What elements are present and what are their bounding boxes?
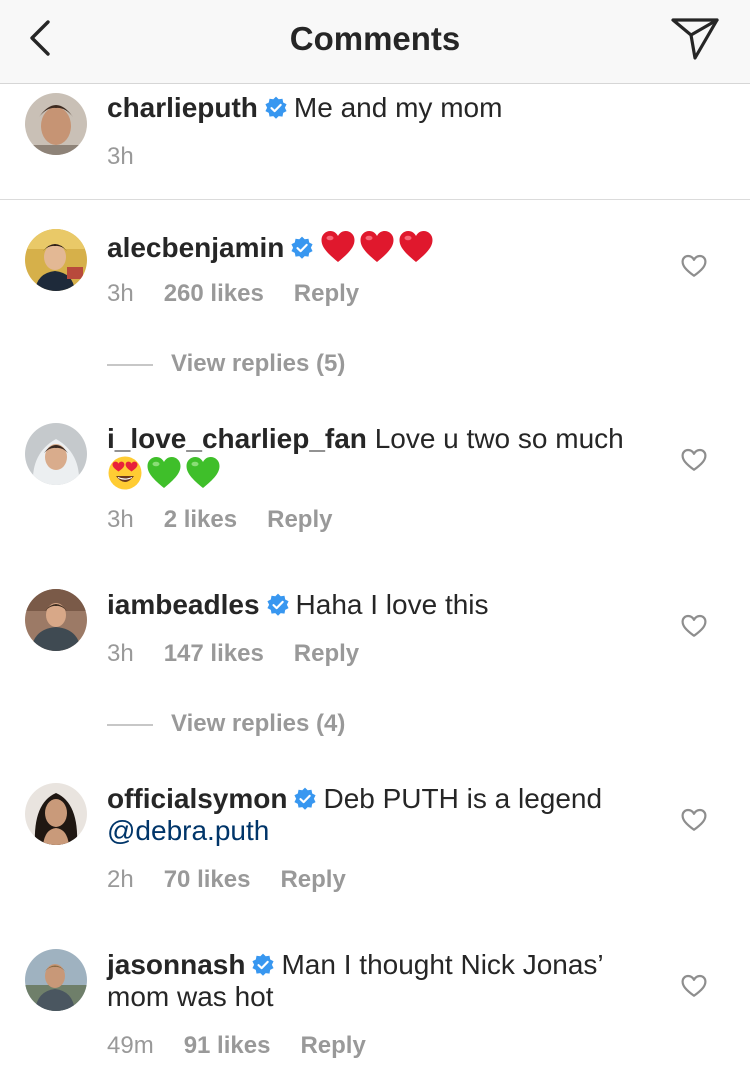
heart-eyes-emoji-icon	[107, 455, 143, 491]
comment-meta: 2h 70 likes Reply	[107, 866, 376, 894]
comment-text: officialsymon Deb PUTH is a legend @debra.…	[107, 783, 667, 847]
green-heart-emoji-icon	[146, 455, 182, 491]
heart-outline-icon[interactable]	[681, 448, 707, 472]
view-replies-label[interactable]: View replies (5)	[171, 350, 345, 378]
heart-outline-icon[interactable]	[681, 254, 707, 278]
direct-send-icon	[671, 18, 719, 60]
caption-text: charlieputh Me and my mom	[107, 92, 667, 124]
timestamp: 49m	[107, 1032, 154, 1059]
username-link[interactable]: charlieputh	[107, 92, 258, 123]
likes-count[interactable]: 91 likes	[184, 1032, 271, 1059]
reply-button[interactable]: Reply	[280, 866, 345, 893]
mention-link[interactable]: @debra.puth	[107, 815, 269, 846]
username-link[interactable]: officialsymon	[107, 783, 287, 814]
verified-badge-icon	[266, 593, 290, 617]
heart-outline-icon[interactable]	[681, 614, 707, 638]
avatar[interactable]	[25, 589, 87, 651]
red-heart-emoji-icon	[398, 229, 434, 265]
username-link[interactable]: alecbenjamin	[107, 232, 284, 263]
reply-button[interactable]: Reply	[294, 280, 359, 307]
avatar[interactable]	[25, 949, 87, 1011]
heart-outline-icon[interactable]	[681, 808, 707, 832]
avatar[interactable]	[25, 783, 87, 845]
comment-text: i_love_charliep_fan Love u two so much	[107, 423, 667, 491]
comment-text: jasonnash Man I thought Nick Jonas’ mom w…	[107, 949, 627, 1013]
timestamp: 3h	[107, 143, 134, 170]
share-button[interactable]	[670, 16, 720, 62]
comment-meta: 3h 147 likes Reply	[107, 640, 389, 668]
avatar[interactable]	[25, 229, 87, 291]
likes-count[interactable]: 70 likes	[164, 866, 251, 893]
comment-text: alecbenjamin	[107, 229, 667, 265]
comment-text: iambeadles Haha I love this	[107, 589, 667, 621]
green-heart-emoji-icon	[185, 455, 221, 491]
reply-button[interactable]: Reply	[267, 506, 332, 533]
timestamp: 3h	[107, 280, 134, 307]
username-link[interactable]: i_love_charliep_fan	[107, 423, 367, 454]
likes-count[interactable]: 147 likes	[164, 640, 264, 667]
header-bar: Comments	[0, 0, 750, 84]
verified-badge-icon	[290, 236, 314, 260]
avatar[interactable]	[25, 423, 87, 485]
timestamp: 2h	[107, 866, 134, 893]
likes-count[interactable]: 2 likes	[164, 506, 237, 533]
comment-body: Deb PUTH is a legend	[323, 783, 603, 814]
timestamp: 3h	[107, 506, 134, 533]
red-heart-emoji-icon	[359, 229, 395, 265]
verified-badge-icon	[264, 96, 288, 120]
heart-outline-icon[interactable]	[681, 974, 707, 998]
comment-body: Haha I love this	[295, 589, 489, 620]
username-link[interactable]: iambeadles	[107, 589, 260, 620]
username-link[interactable]: jasonnash	[107, 949, 245, 980]
reply-button[interactable]: Reply	[300, 1032, 365, 1059]
post-caption: charlieputh Me and my mom 3h	[0, 84, 750, 200]
comment-meta: 3h 2 likes Reply	[107, 506, 362, 534]
reply-button[interactable]: Reply	[294, 640, 359, 667]
red-heart-emoji-icon	[320, 229, 356, 265]
comment-body: Love u two so much	[374, 423, 624, 454]
comment-meta: 49m 91 likes Reply	[107, 1032, 396, 1060]
divider-line	[107, 724, 153, 726]
comment-meta: 3h 260 likes Reply	[107, 280, 389, 308]
view-replies-label[interactable]: View replies (4)	[171, 710, 345, 738]
caption-meta: 3h	[107, 143, 164, 171]
avatar[interactable]	[25, 93, 87, 155]
page-title: Comments	[289, 20, 461, 57]
verified-badge-icon	[251, 953, 275, 977]
timestamp: 3h	[107, 640, 134, 667]
divider-line	[107, 364, 153, 366]
likes-count[interactable]: 260 likes	[164, 280, 264, 307]
verified-badge-icon	[293, 787, 317, 811]
caption-body: Me and my mom	[293, 92, 503, 123]
